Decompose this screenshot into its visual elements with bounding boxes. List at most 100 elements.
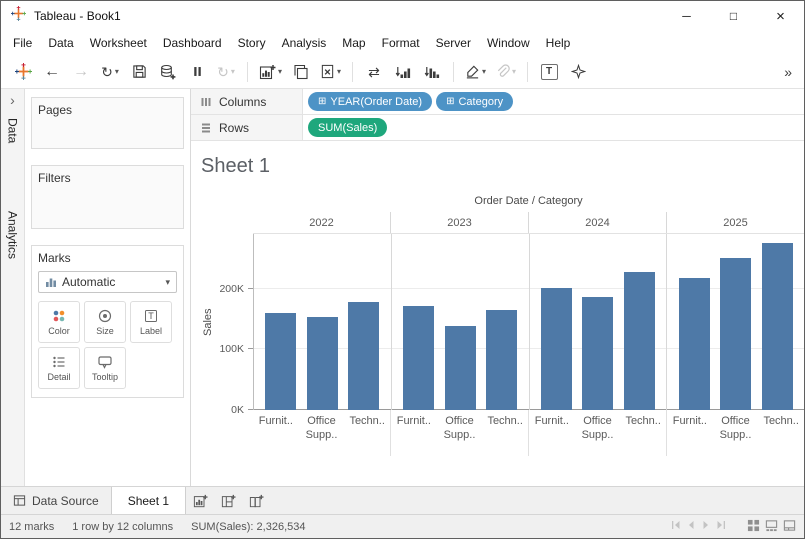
y-axis-title[interactable]: Sales <box>201 234 215 410</box>
maximize-button[interactable]: □ <box>710 1 757 31</box>
close-button[interactable]: × <box>757 1 804 31</box>
bar-2022-furniture[interactable] <box>265 313 296 410</box>
bar-2022-technology[interactable] <box>348 302 379 410</box>
expand-field-icon[interactable]: ⊞ <box>446 97 454 107</box>
new-dashboard-tab-button[interactable] <box>214 487 242 514</box>
menu-item-data[interactable]: Data <box>40 33 81 53</box>
menu-item-format[interactable]: Format <box>374 33 428 53</box>
expand-field-icon[interactable]: ⊞ <box>318 97 326 107</box>
bar-2023-technology[interactable] <box>486 310 517 410</box>
dropdown-caret-icon[interactable]: ▾ <box>337 68 341 76</box>
bar-2025-furniture[interactable] <box>679 278 710 410</box>
color-button[interactable]: Color <box>38 301 80 343</box>
size-button[interactable]: Size <box>84 301 126 343</box>
bar-2025-office-supplies[interactable] <box>720 258 751 410</box>
pill-category[interactable]: ⊞Category <box>436 92 513 111</box>
new-worksheet-tab-button[interactable] <box>186 487 214 514</box>
save-button[interactable] <box>129 59 149 85</box>
new-story-tab-button[interactable] <box>242 487 270 514</box>
clear-sheet-button[interactable]: ▾ <box>320 59 341 85</box>
pill-year-order-date-[interactable]: ⊞YEAR(Order Date) <box>308 92 432 111</box>
bar-2023-furniture[interactable] <box>403 306 434 410</box>
run-auto-updates-button[interactable]: ↻▾ <box>216 59 236 85</box>
scroll-tabs-prev-button[interactable] <box>686 520 696 533</box>
redo-button[interactable]: → <box>71 59 91 85</box>
category-label[interactable]: OfficeSupp.. <box>713 410 759 456</box>
category-label[interactable]: Techn.. <box>620 410 666 456</box>
tableau-logo-button[interactable] <box>13 59 33 85</box>
year-header-2022[interactable]: 2022 <box>253 212 390 233</box>
show-sheet-tabs-button[interactable] <box>783 519 796 535</box>
duplicate-button[interactable] <box>291 59 311 85</box>
undo-button[interactable]: ← <box>42 59 62 85</box>
sheet-sorter-view-button[interactable] <box>747 519 760 535</box>
group-members-button[interactable]: ▾ <box>495 59 516 85</box>
scroll-tabs-last-button[interactable] <box>716 520 726 533</box>
category-label[interactable]: Furnit.. <box>253 410 299 456</box>
mark-type-dropdown[interactable]: Automatic ▾ <box>38 271 177 293</box>
rows-shelf-pills[interactable]: SUM(Sales) <box>303 115 804 140</box>
category-label[interactable]: Techn.. <box>482 410 528 456</box>
menu-item-dashboard[interactable]: Dashboard <box>155 33 230 53</box>
dropdown-caret-icon[interactable]: ▾ <box>512 68 516 76</box>
minimize-button[interactable]: ─ <box>663 1 710 31</box>
data-source-tab[interactable]: Data Source <box>1 487 111 514</box>
tab-analytics[interactable]: Analytics <box>6 205 20 265</box>
menu-item-story[interactable]: Story <box>230 33 274 53</box>
toolbar-overflow-button[interactable]: » <box>784 64 792 80</box>
label-button[interactable]: T Label <box>130 301 172 343</box>
highlight-button[interactable]: ▾ <box>465 59 486 85</box>
bar-2024-technology[interactable] <box>624 272 655 410</box>
year-header-2023[interactable]: 2023 <box>390 212 528 233</box>
menu-item-server[interactable]: Server <box>428 33 479 53</box>
filters-shelf[interactable]: Filters <box>31 165 184 229</box>
replay-button[interactable]: ↻▾ <box>100 59 120 85</box>
dropdown-caret-icon[interactable]: ▾ <box>115 68 119 76</box>
columns-shelf-pills[interactable]: ⊞YEAR(Order Date)⊞Category <box>303 89 804 114</box>
ai-sparkle-button[interactable] <box>568 59 588 85</box>
category-label[interactable]: OfficeSupp.. <box>575 410 621 456</box>
sort-descending-button[interactable] <box>422 59 442 85</box>
category-label[interactable]: OfficeSupp.. <box>299 410 345 456</box>
menu-item-file[interactable]: File <box>5 33 40 53</box>
pill-sum-sales-[interactable]: SUM(Sales) <box>308 118 387 137</box>
year-header-2024[interactable]: 2024 <box>528 212 666 233</box>
menu-item-worksheet[interactable]: Worksheet <box>82 33 155 53</box>
new-data-source-button[interactable] <box>158 59 178 85</box>
bar-2024-furniture[interactable] <box>541 288 572 410</box>
detail-button[interactable]: Detail <box>38 347 80 389</box>
category-label[interactable]: Furnit.. <box>529 410 575 456</box>
sort-ascending-button[interactable] <box>393 59 413 85</box>
menu-item-analysis[interactable]: Analysis <box>274 33 335 53</box>
dropdown-caret-icon[interactable]: ▾ <box>482 68 486 76</box>
bar-2024-office-supplies[interactable] <box>582 297 613 410</box>
menu-item-help[interactable]: Help <box>538 33 579 53</box>
swap-rows-columns-button[interactable]: ⇄ <box>364 59 384 85</box>
tab-data[interactable]: Data <box>6 112 20 149</box>
pages-shelf[interactable]: Pages <box>31 97 184 149</box>
tooltip-button[interactable]: Tooltip <box>84 347 126 389</box>
pause-auto-updates-button[interactable] <box>187 59 207 85</box>
dropdown-caret-icon[interactable]: ▾ <box>231 68 235 76</box>
category-label[interactable]: Techn.. <box>344 410 390 456</box>
expand-pane-chevron-icon[interactable]: › <box>10 92 15 108</box>
menu-item-window[interactable]: Window <box>479 33 538 53</box>
scroll-tabs-first-button[interactable] <box>671 520 681 533</box>
bar-2022-office-supplies[interactable] <box>307 317 338 410</box>
sheet-title[interactable]: Sheet 1 <box>201 155 804 178</box>
dropdown-caret-icon[interactable]: ▾ <box>278 68 282 76</box>
bar-2023-office-supplies[interactable] <box>445 326 476 410</box>
category-label[interactable]: Furnit.. <box>391 410 437 456</box>
bar-2025-technology[interactable] <box>762 243 793 411</box>
column-field-labels[interactable]: Order Date / Category <box>253 192 804 212</box>
category-label[interactable]: OfficeSupp.. <box>437 410 483 456</box>
y-axis[interactable]: 0K100K200K <box>215 234 253 410</box>
new-worksheet-button[interactable]: ▾ <box>259 59 282 85</box>
scroll-tabs-next-button[interactable] <box>701 520 711 533</box>
category-label[interactable]: Furnit.. <box>667 410 713 456</box>
category-label[interactable]: Techn.. <box>758 410 804 456</box>
year-header-2025[interactable]: 2025 <box>666 212 804 233</box>
sheet-tab-sheet1[interactable]: Sheet 1 <box>111 487 186 514</box>
filmstrip-view-button[interactable] <box>765 519 778 535</box>
show-mark-labels-button[interactable]: T <box>539 59 559 85</box>
